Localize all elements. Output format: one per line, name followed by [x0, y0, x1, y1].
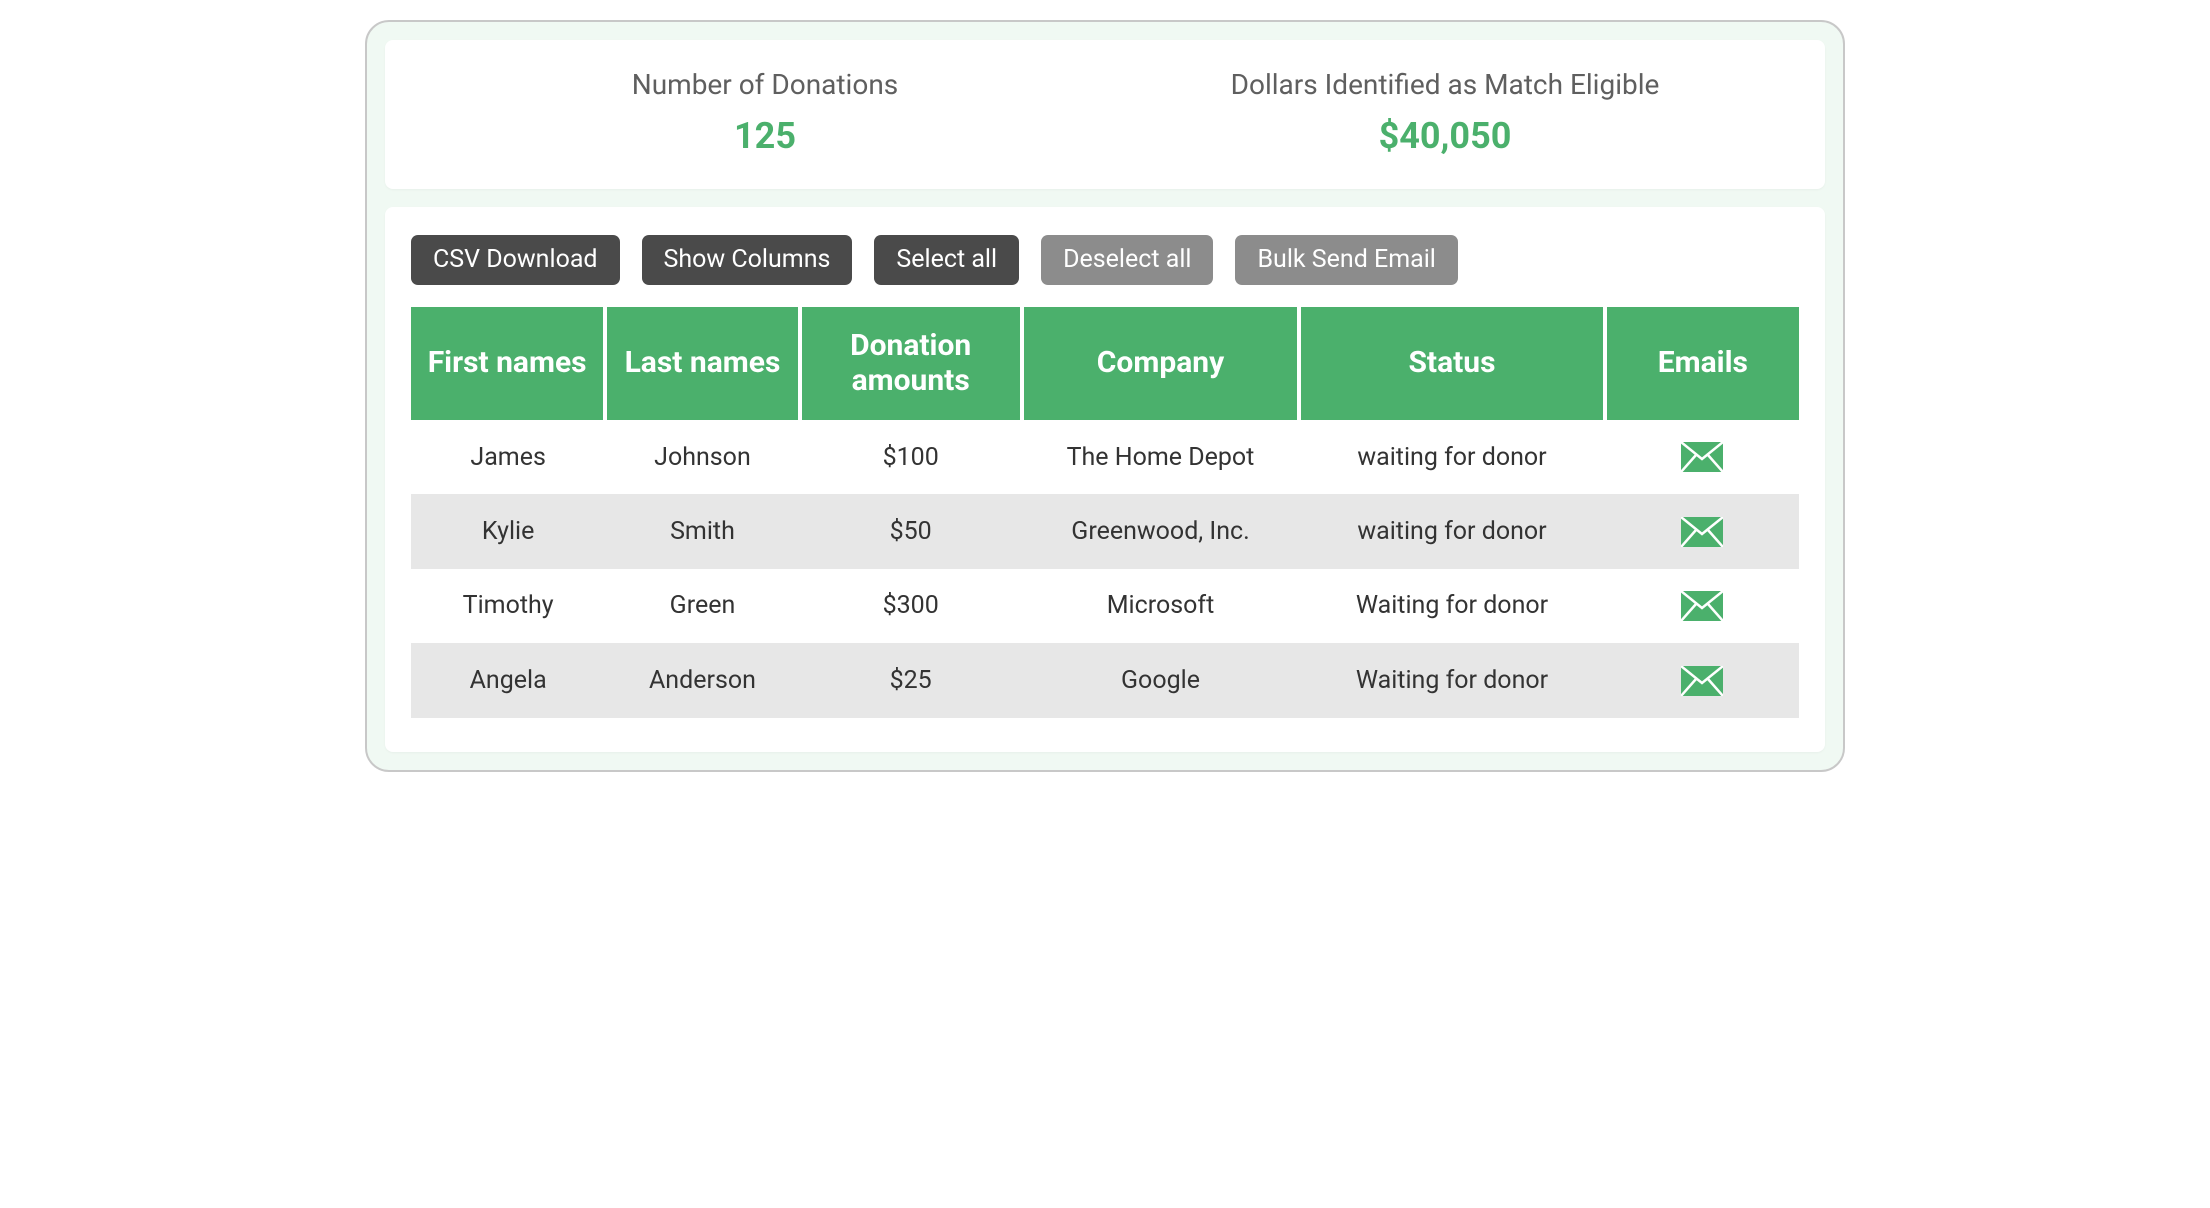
show-columns-button[interactable]: Show Columns: [642, 235, 853, 285]
cell-first-name: James: [411, 420, 605, 494]
stat-match-value: $40,050: [1105, 115, 1785, 157]
col-company: Company: [1022, 307, 1300, 420]
stat-donations-label: Number of Donations: [425, 68, 1105, 101]
stat-donations: Number of Donations 125: [425, 68, 1105, 157]
bulk-send-email-button[interactable]: Bulk Send Email: [1235, 235, 1457, 285]
table-row: Timothy Green $300 Microsoft Waiting for…: [411, 569, 1799, 643]
cell-status: Waiting for donor: [1299, 569, 1604, 643]
select-all-button[interactable]: Select all: [874, 235, 1019, 285]
cell-amount: $100: [800, 420, 1022, 494]
stat-donations-value: 125: [425, 115, 1105, 157]
col-donation-amounts: Donation amounts: [800, 307, 1022, 420]
deselect-all-button[interactable]: Deselect all: [1041, 235, 1213, 285]
col-status: Status: [1299, 307, 1604, 420]
table-row: Angela Anderson $25 Google Waiting for d…: [411, 643, 1799, 717]
cell-amount: $300: [800, 569, 1022, 643]
donations-table: First names Last names Donation amounts …: [411, 307, 1799, 718]
stats-card: Number of Donations 125 Dollars Identifi…: [385, 40, 1825, 189]
cell-first-name: Timothy: [411, 569, 605, 643]
col-last-names: Last names: [605, 307, 799, 420]
cell-last-name: Johnson: [605, 420, 799, 494]
cell-company: The Home Depot: [1022, 420, 1300, 494]
cell-company: Google: [1022, 643, 1300, 717]
cell-email: [1605, 420, 1799, 494]
cell-last-name: Green: [605, 569, 799, 643]
csv-download-button[interactable]: CSV Download: [411, 235, 620, 285]
cell-first-name: Kylie: [411, 494, 605, 568]
envelope-icon[interactable]: [1681, 442, 1723, 472]
dashboard-panel: Number of Donations 125 Dollars Identifi…: [365, 20, 1845, 772]
table-row: Kylie Smith $50 Greenwood, Inc. waiting …: [411, 494, 1799, 568]
stat-match-label: Dollars Identified as Match Eligible: [1105, 68, 1785, 101]
cell-last-name: Smith: [605, 494, 799, 568]
cell-last-name: Anderson: [605, 643, 799, 717]
envelope-icon[interactable]: [1681, 517, 1723, 547]
cell-status: waiting for donor: [1299, 494, 1604, 568]
cell-status: Waiting for donor: [1299, 643, 1604, 717]
stat-match-eligible: Dollars Identified as Match Eligible $40…: [1105, 68, 1785, 157]
envelope-icon[interactable]: [1681, 591, 1723, 621]
table-card: CSV Download Show Columns Select all Des…: [385, 207, 1825, 752]
cell-email: [1605, 643, 1799, 717]
cell-company: Microsoft: [1022, 569, 1300, 643]
cell-first-name: Angela: [411, 643, 605, 717]
envelope-icon[interactable]: [1681, 666, 1723, 696]
cell-status: waiting for donor: [1299, 420, 1604, 494]
cell-amount: $50: [800, 494, 1022, 568]
cell-amount: $25: [800, 643, 1022, 717]
col-emails: Emails: [1605, 307, 1799, 420]
table-header-row: First names Last names Donation amounts …: [411, 307, 1799, 420]
table-row: James Johnson $100 The Home Depot waitin…: [411, 420, 1799, 494]
toolbar: CSV Download Show Columns Select all Des…: [411, 235, 1799, 285]
cell-email: [1605, 569, 1799, 643]
cell-company: Greenwood, Inc.: [1022, 494, 1300, 568]
cell-email: [1605, 494, 1799, 568]
col-first-names: First names: [411, 307, 605, 420]
